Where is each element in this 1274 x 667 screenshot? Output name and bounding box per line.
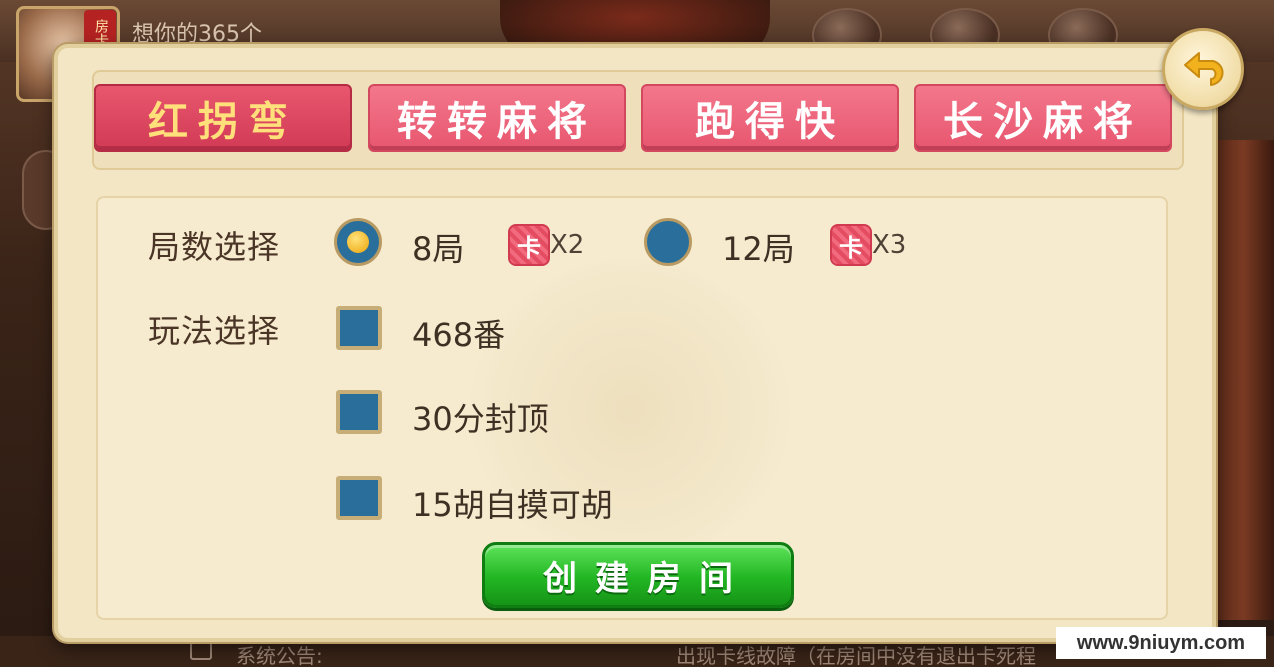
create-room-label: 创建房间: [543, 558, 751, 599]
rule-30-cap-text[interactable]: 30分封顶: [412, 394, 549, 440]
tab-zhuanzhuan-mahjong[interactable]: 转转麻将: [368, 84, 626, 152]
room-card-icon: 卡: [830, 224, 872, 266]
lobby-right-decoration: [1214, 140, 1274, 620]
rounds-8-cost: X2: [550, 230, 585, 260]
room-card-icon: 卡: [508, 224, 550, 266]
rules-label: 玩法选择: [148, 312, 281, 350]
room-card-glyph: 卡: [517, 233, 541, 262]
tab-hongguaiwan[interactable]: 红拐弯: [94, 84, 352, 152]
rounds-8-text[interactable]: 8局: [412, 224, 464, 270]
notice-text: 出现卡线故障（在房间中没有退出卡死程: [676, 644, 1036, 667]
site-watermark: www.9niuym.com: [1056, 627, 1266, 659]
rule-468-fan-text[interactable]: 468番: [412, 310, 505, 356]
rounds-8-radio[interactable]: [334, 218, 382, 266]
tab-label: 转转麻将: [397, 98, 597, 145]
notice-label: 系统公告:: [236, 644, 323, 667]
rule-15-selfdraw-checkbox[interactable]: [336, 476, 382, 520]
create-room-button[interactable]: 创建房间: [482, 542, 794, 608]
back-button[interactable]: [1162, 28, 1244, 110]
rounds-12-text[interactable]: 12局: [722, 224, 795, 270]
rounds-label: 局数选择: [148, 228, 281, 266]
tab-label: 长沙麻将: [943, 98, 1143, 145]
rule-30-cap-checkbox[interactable]: [336, 390, 382, 434]
rule-15-selfdraw-text[interactable]: 15胡自摸可胡: [412, 480, 613, 526]
tab-changsha-mahjong[interactable]: 长沙麻将: [914, 84, 1172, 152]
tab-paodekuai[interactable]: 跑得快: [641, 84, 899, 152]
tab-label: 跑得快: [695, 98, 845, 145]
speaker-icon: [190, 642, 212, 660]
rule-468-fan-checkbox[interactable]: [336, 306, 382, 350]
back-arrow-icon: [1184, 52, 1224, 86]
rounds-12-radio[interactable]: [644, 218, 692, 266]
tab-label: 红拐弯: [148, 98, 298, 145]
room-card-glyph: 卡: [839, 233, 863, 262]
rounds-12-cost: X3: [872, 230, 907, 260]
